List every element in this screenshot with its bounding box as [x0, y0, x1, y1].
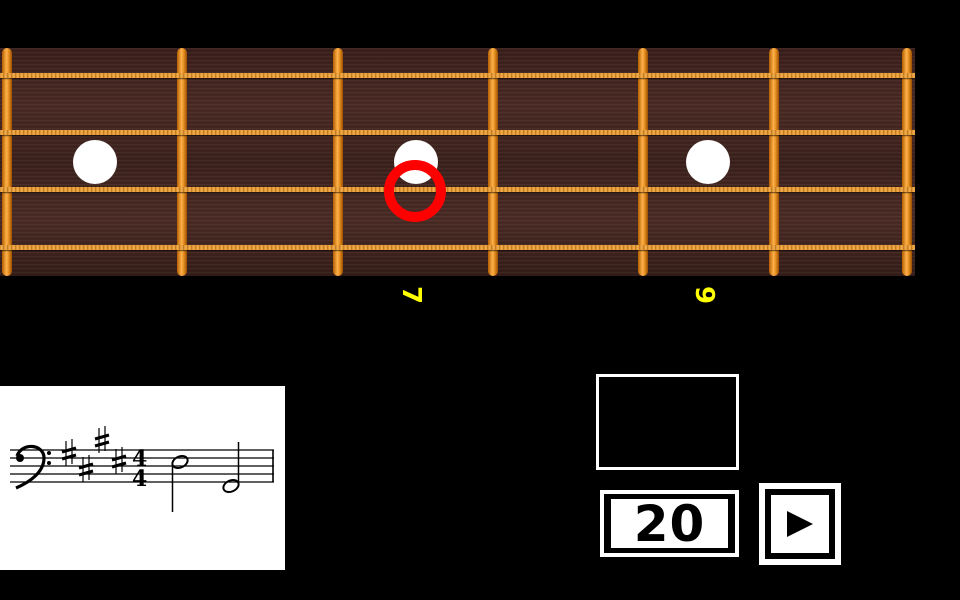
- fret-number-label: 7: [396, 285, 426, 305]
- play-button-face: [771, 495, 829, 553]
- fret: [769, 48, 779, 276]
- play-icon: [787, 511, 813, 537]
- string: [0, 73, 915, 78]
- string: [0, 245, 915, 250]
- music-staff-card: 4 4: [0, 386, 285, 570]
- fret-number-label: 9: [689, 285, 719, 305]
- fret: [2, 48, 12, 276]
- fret: [177, 48, 187, 276]
- empty-display-box: [596, 374, 739, 470]
- svg-text:4: 4: [132, 466, 147, 492]
- fret: [333, 48, 343, 276]
- fret-inlay-dot: [686, 140, 730, 184]
- play-button[interactable]: [759, 483, 841, 565]
- target-ring-icon[interactable]: [384, 160, 446, 222]
- fret: [902, 48, 912, 276]
- fret: [488, 48, 498, 276]
- string: [0, 187, 915, 192]
- half-note-icon: [171, 454, 189, 512]
- bass-staff-notation: 4 4: [10, 426, 274, 512]
- string: [0, 130, 915, 135]
- fret-inlay-dot: [73, 140, 117, 184]
- tempo-display[interactable]: 20: [600, 490, 739, 557]
- fret: [638, 48, 648, 276]
- tempo-value: 20: [611, 495, 728, 553]
- time-signature-icon: 4 4: [132, 446, 147, 492]
